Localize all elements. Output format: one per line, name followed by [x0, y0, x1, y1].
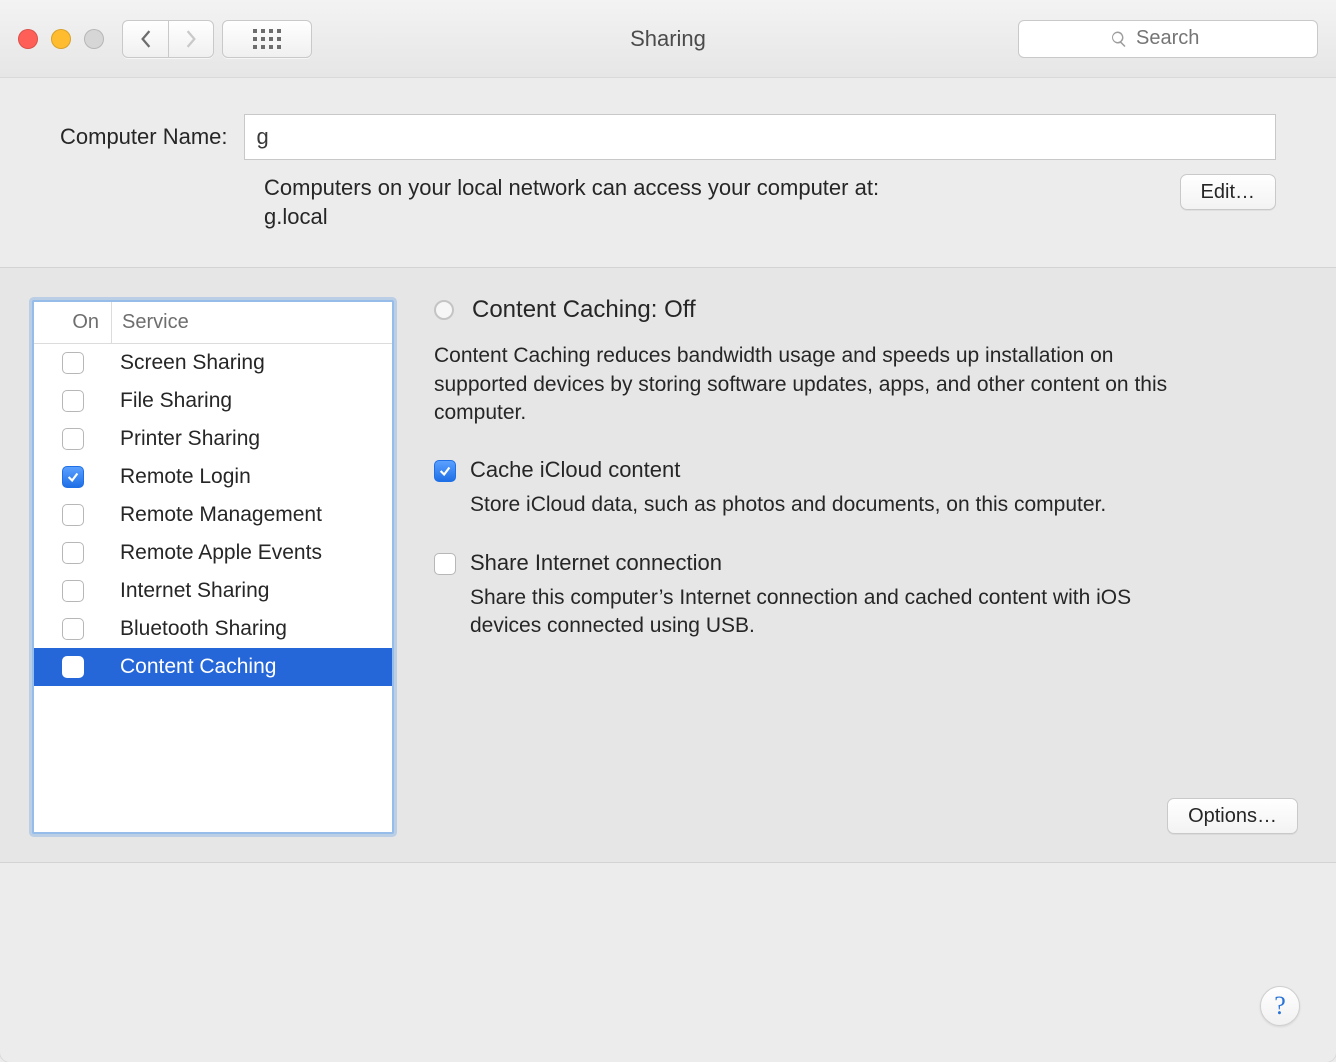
grid-icon	[253, 29, 281, 49]
service-toggle-checkbox[interactable]	[62, 504, 84, 526]
option-description: Store iCloud data, such as photos and do…	[470, 491, 1106, 519]
chevron-left-icon	[139, 30, 153, 48]
service-toggle-checkbox[interactable]	[62, 542, 84, 564]
back-button[interactable]	[122, 20, 168, 58]
chevron-right-icon	[184, 30, 198, 48]
zoom-window-button	[84, 29, 104, 49]
service-label: Bluetooth Sharing	[112, 617, 392, 641]
status-title: Content Caching: Off	[472, 296, 696, 324]
sharing-prefpane-window: Sharing Computer Name: Computers on your…	[0, 0, 1336, 1062]
service-toggle-checkbox[interactable]	[62, 656, 84, 678]
services-panel: On Service Screen Sharing File Sharing Pri…	[0, 267, 1336, 863]
search-icon	[1110, 30, 1128, 48]
service-label: Internet Sharing	[112, 579, 392, 603]
service-toggle-checkbox[interactable]	[62, 352, 84, 374]
service-row[interactable]: Screen Sharing	[34, 344, 392, 382]
service-row[interactable]: Printer Sharing	[34, 420, 392, 458]
service-row[interactable]: Internet Sharing	[34, 572, 392, 610]
options-button[interactable]: Options…	[1167, 798, 1298, 834]
detail-option: Share Internet connection Share this comp…	[434, 550, 1298, 641]
window-controls	[18, 29, 104, 49]
forward-button[interactable]	[168, 20, 214, 58]
service-row[interactable]: Content Caching	[34, 648, 392, 686]
search-field[interactable]	[1018, 20, 1318, 58]
option-label: Share Internet connection	[470, 550, 1170, 576]
service-toggle-checkbox[interactable]	[62, 466, 84, 488]
option-checkbox[interactable]	[434, 460, 456, 482]
status-indicator-icon	[434, 300, 454, 320]
service-toggle-checkbox[interactable]	[62, 428, 84, 450]
status-description: Content Caching reduces bandwidth usage …	[434, 342, 1174, 427]
service-toggle-checkbox[interactable]	[62, 390, 84, 412]
services-header-svc: Service	[112, 311, 189, 334]
edit-hostname-button[interactable]: Edit…	[1180, 174, 1276, 210]
show-all-button[interactable]	[222, 20, 312, 58]
option-checkbox[interactable]	[434, 553, 456, 575]
option-description: Share this computer’s Internet connectio…	[470, 584, 1170, 641]
nav-segmented	[122, 20, 214, 58]
services-header-on: On	[34, 302, 112, 343]
computer-name-hint: Computers on your local network can acce…	[264, 174, 1160, 231]
computer-name-section: Computer Name: Computers on your local n…	[0, 78, 1336, 261]
service-row[interactable]: File Sharing	[34, 382, 392, 420]
service-toggle-checkbox[interactable]	[62, 580, 84, 602]
option-label: Cache iCloud content	[470, 457, 1106, 483]
computer-name-hint-prefix: Computers on your local network can acce…	[264, 175, 879, 200]
service-label: Printer Sharing	[112, 427, 392, 451]
service-detail: Content Caching: Off Content Caching red…	[434, 300, 1298, 834]
detail-option: Cache iCloud content Store iCloud data, s…	[434, 457, 1298, 519]
computer-hostname: g.local	[264, 204, 328, 229]
computer-name-label: Computer Name:	[60, 124, 228, 150]
help-button[interactable]: ?	[1260, 986, 1300, 1026]
service-label: Content Caching	[112, 655, 392, 679]
service-label: Remote Apple Events	[112, 541, 392, 565]
service-row[interactable]: Bluetooth Sharing	[34, 610, 392, 648]
service-label: File Sharing	[112, 389, 392, 413]
computer-name-input[interactable]	[244, 114, 1276, 160]
service-label: Remote Login	[112, 465, 392, 489]
service-row[interactable]: Remote Login	[34, 458, 392, 496]
services-list: Screen Sharing File Sharing Printer Sharin…	[34, 344, 392, 832]
body: Computer Name: Computers on your local n…	[0, 78, 1336, 1062]
service-label: Remote Management	[112, 503, 392, 527]
service-row[interactable]: Remote Management	[34, 496, 392, 534]
services-header: On Service	[34, 302, 392, 344]
service-toggle-checkbox[interactable]	[62, 618, 84, 640]
search-input[interactable]	[1136, 27, 1226, 50]
service-row[interactable]: Remote Apple Events	[34, 534, 392, 572]
titlebar: Sharing	[0, 0, 1336, 78]
close-window-button[interactable]	[18, 29, 38, 49]
minimize-window-button[interactable]	[51, 29, 71, 49]
services-table[interactable]: On Service Screen Sharing File Sharing Pri…	[32, 300, 394, 834]
service-label: Screen Sharing	[112, 351, 392, 375]
